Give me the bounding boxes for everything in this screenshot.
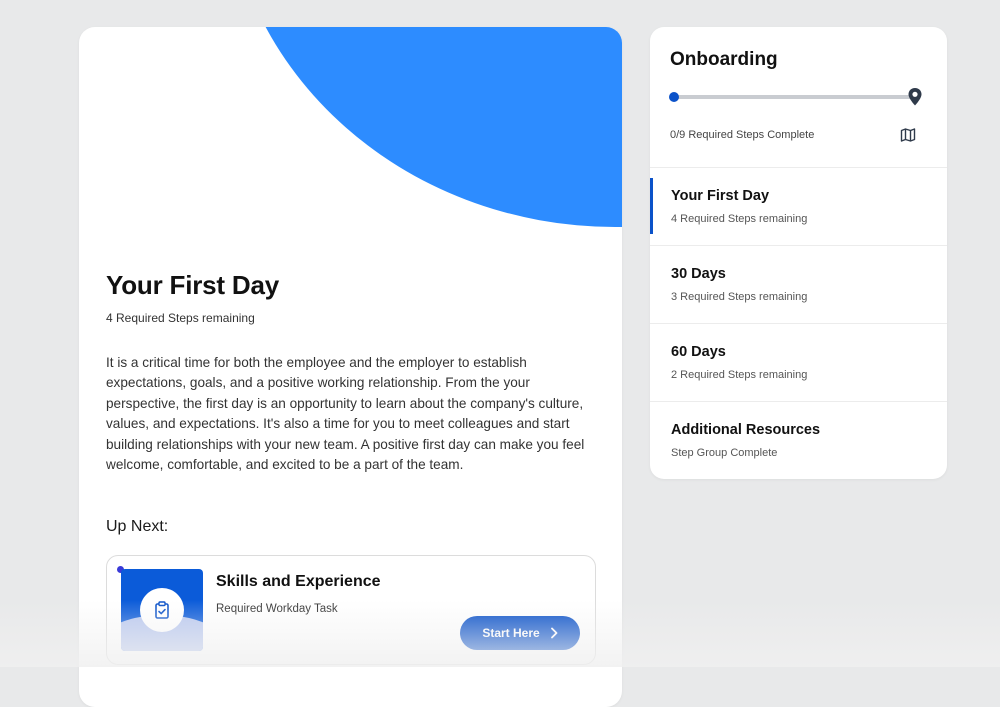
step-group-status: Step Group Complete <box>671 447 778 459</box>
start-here-label: Start Here <box>482 626 540 640</box>
step-group-additional-resources[interactable]: Additional Resources Step Group Complete <box>650 401 947 479</box>
step-group-name: Additional Resources <box>671 422 821 438</box>
step-group-your-first-day[interactable]: Your First Day 4 Required Steps remainin… <box>650 167 947 246</box>
step-group-name: Your First Day <box>671 188 770 204</box>
chevron-right-icon <box>550 627 558 639</box>
step-group-description: It is a critical time for both the emplo… <box>106 355 585 473</box>
step-group-30-days[interactable]: 30 Days 3 Required Steps remaining <box>650 245 947 324</box>
task-thumbnail <box>121 569 203 651</box>
task-title: Skills and Experience <box>216 573 381 590</box>
step-group-name: 60 Days <box>671 344 726 360</box>
next-task-card[interactable]: Skills and Experience Required Workday T… <box>106 555 596 665</box>
start-here-button[interactable]: Start Here <box>460 616 580 650</box>
task-type: Required Workday Task <box>216 603 338 615</box>
step-group-detail-card: Your First Day 4 Required Steps remainin… <box>79 27 622 707</box>
map-pin-icon <box>908 88 922 106</box>
step-group-status: 2 Required Steps remaining <box>671 369 808 381</box>
step-group-status: 3 Required Steps remaining <box>671 291 808 303</box>
map-icon[interactable] <box>900 128 916 142</box>
step-group-name: 30 Days <box>671 266 726 282</box>
step-group-60-days[interactable]: 60 Days 2 Required Steps remaining <box>650 323 947 402</box>
clipboard-check-icon <box>155 601 169 619</box>
steps-remaining-text: 4 Required Steps remaining <box>106 311 255 325</box>
progress-track <box>674 95 915 99</box>
onboarding-title: Onboarding <box>670 49 778 70</box>
hero-illustration <box>225 27 622 227</box>
page-title: Your First Day <box>106 270 279 300</box>
step-group-status: 4 Required Steps remaining <box>671 213 808 225</box>
onboarding-panel: Onboarding 0/9 Required Steps Complete Y… <box>650 27 947 479</box>
progress-text: 0/9 Required Steps Complete <box>670 129 815 141</box>
up-next-label: Up Next: <box>106 518 169 535</box>
progress-start-marker <box>669 92 679 102</box>
